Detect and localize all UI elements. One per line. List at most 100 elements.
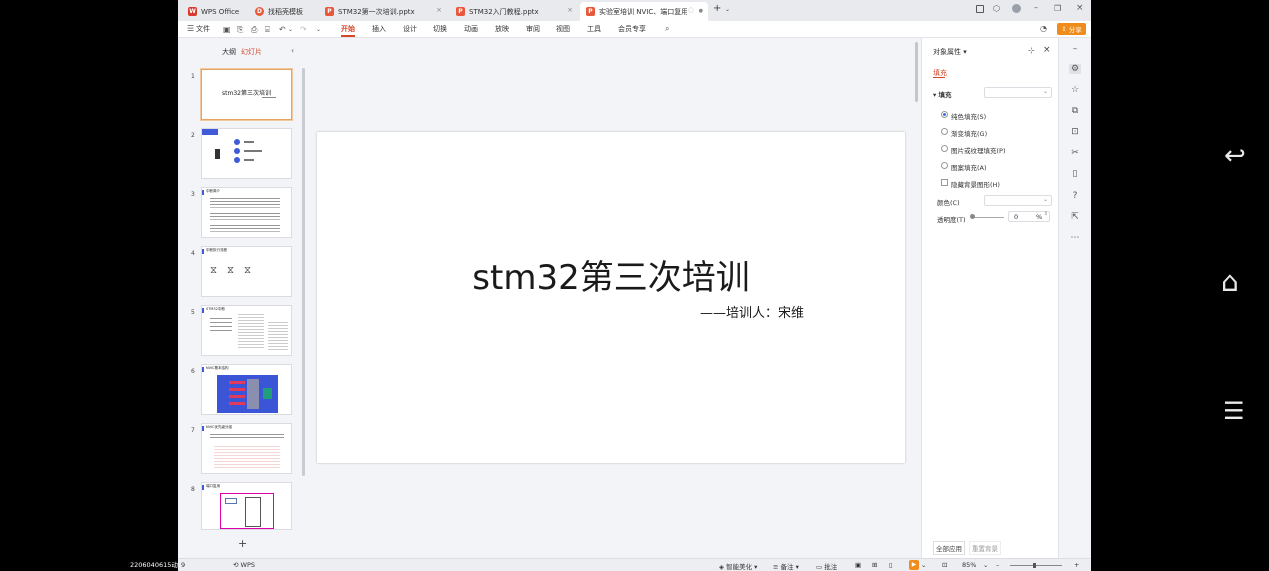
fit-icon[interactable]: ⊡ bbox=[942, 561, 947, 569]
slide-thumb-3[interactable]: 中断简介 bbox=[201, 187, 292, 238]
slide-thumb-6[interactable]: NVIC基本结构 bbox=[201, 364, 292, 415]
tab-outline[interactable]: 大纲 bbox=[222, 47, 236, 57]
chevron-down-icon[interactable]: ⌄ bbox=[288, 25, 293, 34]
properties-icon[interactable]: ⚙ bbox=[1069, 64, 1081, 74]
star-icon[interactable]: ☆ bbox=[1069, 85, 1081, 95]
reset-bg-button[interactable]: 重置背景 bbox=[969, 541, 1001, 555]
new-tab-icon[interactable]: + bbox=[713, 4, 721, 14]
menu-insert[interactable]: 插入 bbox=[372, 24, 386, 34]
slide-thumb-7[interactable]: NVIC优先级分组 bbox=[201, 423, 292, 474]
menu-design[interactable]: 设计 bbox=[403, 24, 417, 34]
menu-view[interactable]: 视图 bbox=[556, 24, 570, 34]
zoom-slider-handle[interactable] bbox=[1033, 563, 1036, 568]
book-icon[interactable]: ▯ bbox=[1069, 169, 1081, 179]
tab-lab-training[interactable]: P 实验室培训 NVIC、端口复用 ◌ ● bbox=[580, 2, 708, 21]
chevron-down-icon[interactable]: ⌄ bbox=[725, 6, 730, 13]
hide-bg-checkbox[interactable] bbox=[941, 179, 948, 186]
fill-type-select[interactable]: ⌄ bbox=[984, 87, 1052, 98]
slider-handle[interactable] bbox=[970, 214, 975, 219]
radio-solid-fill[interactable] bbox=[941, 111, 948, 118]
add-slide-button[interactable]: + bbox=[238, 537, 247, 550]
tab-stm32-first[interactable]: P STM32第一次培训.pptx × bbox=[319, 2, 447, 21]
copy-icon[interactable]: ⧉ bbox=[1069, 106, 1081, 116]
save-icon[interactable]: ▣ bbox=[223, 25, 231, 34]
play-icon[interactable]: ▶ bbox=[909, 560, 919, 570]
apply-all-button[interactable]: 全部应用 bbox=[933, 541, 965, 555]
slide-thumb-5[interactable]: STM32中断 bbox=[201, 305, 292, 356]
restore-icon[interactable]: ❐ bbox=[1054, 4, 1061, 13]
home-icon[interactable]: ⌂ bbox=[1221, 265, 1239, 298]
help-icon[interactable]: ? bbox=[1069, 191, 1081, 201]
avatar[interactable] bbox=[1012, 4, 1021, 13]
color-select[interactable]: ⌄ bbox=[984, 195, 1052, 206]
slide-title[interactable]: stm32第三次培训 bbox=[317, 250, 905, 299]
section-fill-header[interactable]: ▾ 填充 bbox=[933, 89, 952, 99]
chevron-down-icon[interactable]: ⌄ bbox=[983, 561, 988, 569]
reading-view-icon[interactable]: ▯ bbox=[889, 561, 893, 569]
radio-picture-fill[interactable] bbox=[941, 145, 948, 152]
tab-docer[interactable]: D 找稻壳模板 bbox=[249, 2, 315, 21]
slide-thumb-2[interactable] bbox=[201, 128, 292, 179]
slide-thumb-8[interactable]: 端口复用 bbox=[201, 482, 292, 530]
print-icon[interactable]: ⎙ bbox=[251, 25, 257, 34]
transparency-input[interactable]: 0 % ⇕ bbox=[1008, 211, 1050, 222]
redo-icon[interactable]: ↷ bbox=[300, 25, 307, 34]
close-icon[interactable]: × bbox=[436, 6, 442, 14]
image-icon[interactable]: ⊡ bbox=[1069, 127, 1081, 137]
collapse-panel-icon[interactable]: ‹ bbox=[291, 46, 294, 55]
menu-slideshow[interactable]: 放映 bbox=[495, 24, 509, 34]
slide-thumb-4[interactable]: 中断执行流程 ⧖⧖⧖ bbox=[201, 246, 292, 297]
zoom-in-icon[interactable]: + bbox=[1074, 561, 1079, 569]
menu-animation[interactable]: 动画 bbox=[464, 24, 478, 34]
share-icon[interactable]: ⇱ bbox=[1069, 212, 1081, 222]
stepper-icon[interactable]: ⇕ bbox=[1044, 211, 1048, 217]
more-icon[interactable]: ⋯ bbox=[1069, 233, 1081, 243]
collapse-icon[interactable]: – bbox=[1069, 44, 1081, 54]
menu-tools[interactable]: 工具 bbox=[587, 24, 601, 34]
current-slide[interactable]: stm32第三次培训 ——培训人：宋维 bbox=[317, 132, 905, 463]
scrollbar[interactable] bbox=[302, 68, 305, 476]
close-icon[interactable]: × bbox=[567, 6, 573, 14]
sorter-view-icon[interactable]: ⊞ bbox=[872, 561, 877, 569]
menu-transition[interactable]: 切换 bbox=[433, 24, 447, 34]
recents-icon[interactable]: ☰ bbox=[1223, 397, 1245, 425]
radio-gradient-fill[interactable] bbox=[941, 128, 948, 135]
file-menu[interactable]: 文件 bbox=[196, 24, 210, 34]
undo-icon[interactable]: ↶ bbox=[279, 25, 286, 34]
layout-icon[interactable] bbox=[976, 5, 984, 13]
tab-wps-office[interactable]: W WPS Office bbox=[182, 2, 248, 21]
scrollbar[interactable] bbox=[915, 42, 918, 102]
tab-stm32-intro[interactable]: P STM32入门教程.pptx × bbox=[450, 2, 578, 21]
back-icon[interactable]: ↩ bbox=[1224, 141, 1246, 171]
chevron-down-icon[interactable]: ⌄ bbox=[316, 25, 321, 34]
close-window-icon[interactable]: × bbox=[1076, 3, 1084, 13]
menu-icon[interactable]: ☰ bbox=[187, 24, 194, 33]
pin-icon[interactable]: ⊹ bbox=[1028, 46, 1035, 55]
tools-icon[interactable]: ✂ bbox=[1069, 148, 1081, 158]
close-icon[interactable]: × bbox=[1043, 45, 1051, 55]
beautify-button[interactable]: ◈ 智能美化 ▾ bbox=[719, 561, 757, 571]
preview-icon[interactable]: ⌸ bbox=[265, 25, 270, 34]
chevron-down-icon[interactable]: ⌄ bbox=[921, 561, 926, 569]
zoom-level[interactable]: 85% bbox=[962, 561, 976, 569]
comment-icon[interactable]: ◔ bbox=[1040, 24, 1047, 33]
menu-home[interactable]: 开始 bbox=[341, 24, 355, 37]
menu-member[interactable]: 会员专享 bbox=[618, 24, 646, 34]
search-icon[interactable]: ⌕ bbox=[665, 24, 669, 33]
cube-icon[interactable]: ⬡ bbox=[993, 4, 1000, 13]
export-icon[interactable]: ⎘ bbox=[237, 25, 243, 34]
slide-thumb-1[interactable]: stm32第三次培训 bbox=[201, 69, 292, 120]
share-button[interactable]: ⇪ 分享 bbox=[1057, 23, 1086, 35]
panel-title[interactable]: 对象属性 ▾ bbox=[933, 47, 967, 57]
wps-status[interactable]: ⟲ WPS bbox=[233, 561, 255, 569]
notes-button[interactable]: ≡ 备注 ▾ bbox=[773, 561, 799, 571]
zoom-out-icon[interactable]: – bbox=[996, 561, 999, 569]
menu-review[interactable]: 审阅 bbox=[526, 24, 540, 34]
radio-pattern-fill[interactable] bbox=[941, 162, 948, 169]
transparency-slider[interactable] bbox=[972, 217, 1004, 218]
zoom-slider[interactable] bbox=[1010, 565, 1062, 566]
comments-button[interactable]: ▭ 批注 bbox=[816, 561, 837, 571]
slide-subtitle[interactable]: ——培训人：宋维 bbox=[700, 302, 804, 321]
normal-view-icon[interactable]: ▣ bbox=[855, 561, 861, 569]
tab-slides[interactable]: 幻灯片 bbox=[241, 47, 262, 57]
